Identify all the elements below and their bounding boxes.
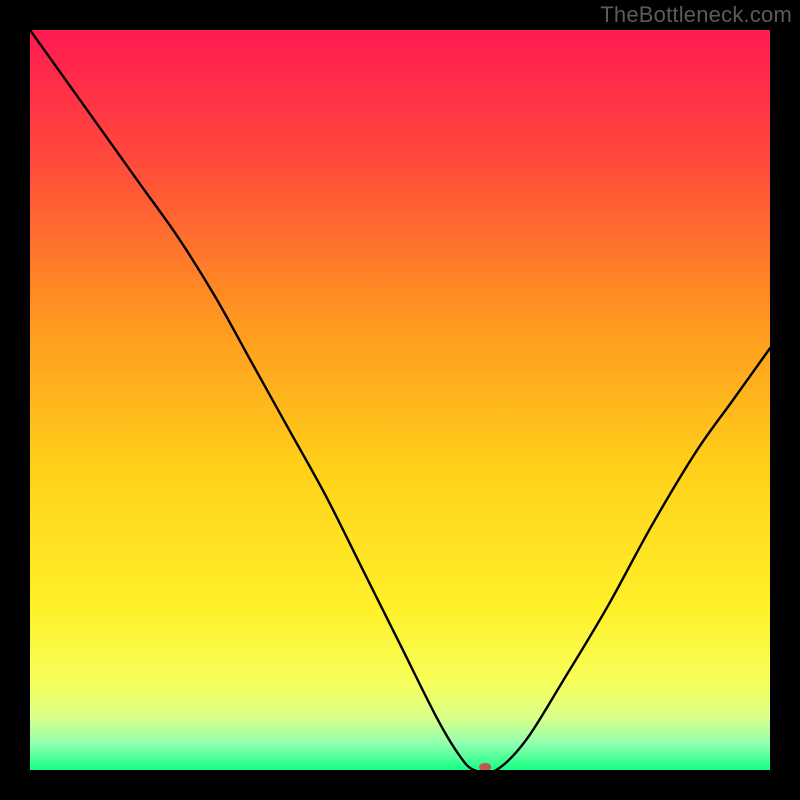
bottleneck-chart [30, 30, 770, 770]
watermark-text: TheBottleneck.com [600, 2, 792, 28]
chart-frame: TheBottleneck.com [0, 0, 800, 800]
plot-background [30, 30, 770, 770]
